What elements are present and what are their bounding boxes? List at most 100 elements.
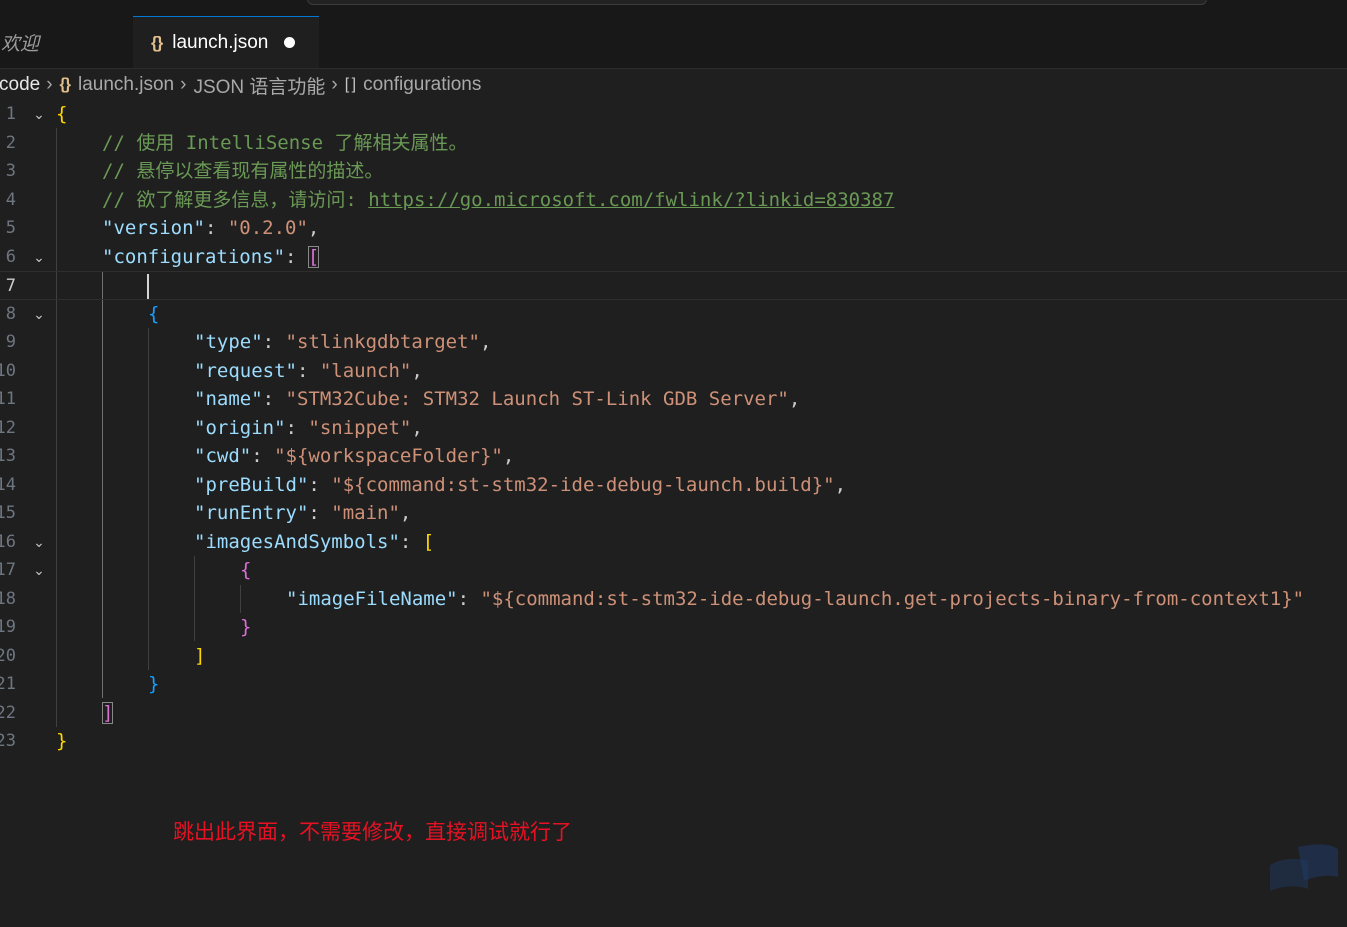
code-line[interactable]: 5 "version": "0.2.0", [0, 214, 1347, 243]
array-brackets-icon: [ ] [344, 76, 356, 93]
code-token: "0.2.0" [227, 217, 308, 239]
code-line[interactable]: 12 "origin": "snippet", [0, 414, 1347, 443]
code-line[interactable]: 4 // 欲了解更多信息，请访问: https://go.microsoft.co… [0, 186, 1347, 215]
breadcrumb-symbol[interactable]: configurations [363, 74, 481, 96]
code-token: : [262, 331, 286, 353]
code-token: , [307, 217, 320, 239]
code-line[interactable]: 19} [0, 613, 1347, 642]
breadcrumb-file[interactable]: launch.json [78, 74, 174, 96]
code-text: } [240, 613, 251, 642]
code-line[interactable]: 13 "cwd": "${workspaceFolder}", [0, 442, 1347, 471]
code-text: "imageFileName": "${command:st-stm32-ide… [286, 585, 1304, 614]
code-text: { [240, 556, 251, 585]
code-token: : [262, 388, 286, 410]
code-token: : [399, 530, 423, 553]
code-line[interactable]: 11 "name": "STM32Cube: STM32 Launch ST-Li… [0, 385, 1347, 414]
annotation-note: 跳出此界面，不需要修改，直接调试就行了 [173, 821, 572, 844]
line-number: 10 [0, 360, 16, 381]
code-text: "origin": "snippet", [194, 414, 423, 443]
fold-chevron-icon[interactable]: ⌄ [30, 528, 48, 557]
breadcrumb: code › {} launch.json › JSON 语言功能 › [ ] … [0, 70, 1347, 100]
code-line[interactable]: 17 ⌄ { [0, 556, 1347, 585]
code-line[interactable]: 14 "preBuild": "${command:st-stm32-ide-de… [0, 471, 1347, 500]
code-token: : [285, 416, 309, 439]
code-line[interactable]: 6 ⌄ "configurations": [ [0, 243, 1347, 272]
line-number: 19 [0, 617, 16, 637]
code-token: "main" [331, 502, 400, 524]
tab-welcome[interactable]: 欢迎 [0, 16, 132, 68]
code-line[interactable]: 2 // 使用 IntelliSense 了解相关属性。 [0, 129, 1347, 158]
code-text: "version": "0.2.0", [102, 214, 319, 243]
code-token: : [308, 502, 332, 524]
code-line[interactable]: 1 ⌄ { [0, 100, 1347, 129]
code-token: , [480, 331, 492, 353]
code-line[interactable]: 9 "type": "stlinkgdbtarget", [0, 328, 1347, 357]
code-text: } [148, 670, 159, 699]
fold-chevron-icon[interactable]: ⌄ [30, 243, 48, 272]
code-line[interactable]: 18 "imageFileName": "${command:st-stm32-i… [0, 585, 1347, 614]
line-number: 22 [0, 702, 16, 723]
code-token: , [411, 416, 423, 439]
tab-launch-json[interactable]: {} launch.json [133, 16, 319, 68]
code-text: "cwd": "${workspaceFolder}", [194, 442, 514, 471]
chevron-right-icon: › [180, 74, 187, 95]
code-token: : [251, 445, 275, 467]
code-token: "${command:st-stm32-ide-debug-launch.bui… [331, 473, 835, 496]
code-link[interactable]: https://go.microsoft.com/fwlink/?linkid=… [368, 189, 894, 211]
code-line[interactable]: 16 ⌄ "imagesAndSymbols": [ [0, 528, 1347, 557]
line-number: 6 [5, 246, 16, 267]
code-token: } [240, 616, 252, 638]
code-line[interactable]: 23} [0, 727, 1347, 756]
code-token: "type" [194, 331, 263, 353]
line-number: 20 [0, 645, 16, 666]
code-line[interactable]: 22] [0, 699, 1347, 728]
chevron-right-icon: › [331, 74, 338, 95]
code-token: // 欲了解更多信息，请访问: [102, 188, 369, 211]
code-token: : [308, 473, 332, 496]
code-editor[interactable]: 1 ⌄ {2 // 使用 IntelliSense 了解相关属性。 3 // 悬停以查看现… [0, 100, 1347, 800]
code-token: : [457, 587, 481, 610]
code-line[interactable]: 15 "runEntry": "main", [0, 499, 1347, 528]
line-number: 11 [0, 389, 16, 409]
code-token: // 悬停以查看现有属性的描述。 [102, 160, 384, 182]
code-line[interactable]: 10 "request": "launch", [0, 357, 1347, 386]
code-text: "request": "launch", [194, 357, 423, 386]
code-text: ] [194, 642, 205, 671]
code-line[interactable]: 8 ⌄ { [0, 300, 1347, 329]
code-token: } [56, 730, 68, 752]
code-token: "stlinkgdbtarget" [285, 331, 480, 353]
code-token: : [204, 217, 228, 239]
code-token: "${command:st-stm32-ide-debug-launch.get… [480, 587, 1305, 610]
fold-chevron-icon[interactable]: ⌄ [30, 556, 48, 585]
code-text: "name": "STM32Cube: STM32 Launch ST-Link… [194, 385, 800, 414]
code-token: : [296, 359, 320, 382]
unsaved-dot-icon[interactable] [284, 37, 296, 48]
code-line[interactable]: 7 [0, 271, 1347, 300]
line-number: 17 [0, 560, 16, 580]
code-text: "type": "stlinkgdbtarget", [194, 328, 491, 357]
code-token: "imageFileName" [286, 587, 458, 610]
code-token: } [148, 673, 160, 695]
code-token: "launch" [319, 359, 412, 382]
line-number: 14 [0, 474, 16, 495]
line-number: 7 [5, 276, 16, 296]
code-text: { [56, 100, 67, 129]
code-line[interactable]: 21} [0, 670, 1347, 699]
command-center[interactable] [307, 0, 1207, 5]
line-number: 18 [0, 588, 16, 609]
code-line[interactable]: 3 // 悬停以查看现有属性的描述。 [0, 157, 1347, 186]
code-line[interactable]: 20] [0, 642, 1347, 671]
code-token: "version" [102, 217, 205, 239]
breadcrumb-root[interactable]: code [0, 74, 40, 96]
fold-chevron-icon[interactable]: ⌄ [30, 100, 48, 129]
fold-chevron-icon[interactable]: ⌄ [30, 300, 48, 329]
code-text: { [148, 300, 159, 329]
code-text: } [56, 727, 67, 756]
code-text: // 欲了解更多信息，请访问: https://go.microsoft.com… [102, 186, 894, 215]
breadcrumb-section[interactable]: JSON 语言功能 [193, 72, 325, 99]
line-number: 21 [0, 674, 16, 694]
line-number: 12 [0, 417, 16, 438]
code-text: // 使用 IntelliSense 了解相关属性。 [102, 129, 467, 158]
tab-bar: 欢迎 {} launch.json [0, 16, 1347, 69]
code-token: [ [422, 530, 435, 553]
